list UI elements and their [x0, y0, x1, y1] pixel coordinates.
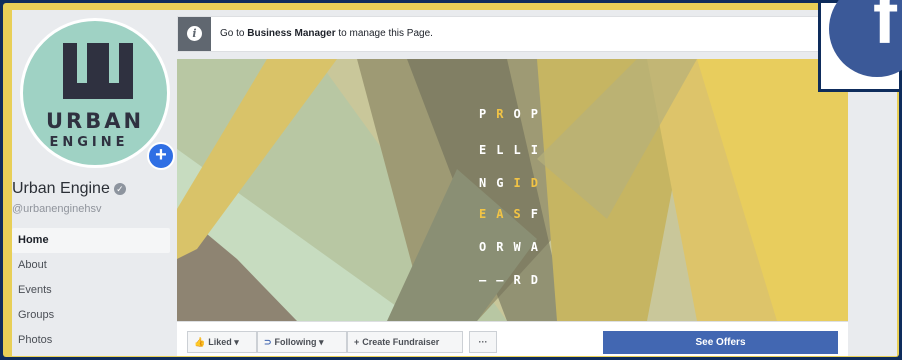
- nav-item-about[interactable]: About: [12, 253, 170, 278]
- cover-letter: L: [513, 143, 531, 157]
- cover-letter: P: [479, 107, 497, 121]
- cover-letter: W: [513, 240, 531, 254]
- create-fundraiser-button[interactable]: + Create Fundraiser: [347, 331, 463, 353]
- more-options-button[interactable]: ···: [469, 331, 497, 353]
- nav-item-groups[interactable]: Groups: [12, 303, 170, 328]
- cover-letter: A: [496, 207, 514, 221]
- cover-letter: I: [530, 143, 548, 157]
- cover-letter: O: [479, 240, 497, 254]
- cover-letter: I: [513, 176, 531, 190]
- cover-letter: R: [513, 273, 531, 287]
- page-nav: Home About Events Groups Photos: [12, 228, 170, 353]
- cover-letter: R: [496, 107, 514, 121]
- highlight-border: URBAN ENGINE + Urban Engine ✓ @urbanengin…: [3, 3, 899, 357]
- page-name-text: Urban Engine: [12, 180, 110, 197]
- cover-photo[interactable]: PROP ELLI NGID EASF ORWA ––RD: [177, 59, 848, 321]
- nav-item-home[interactable]: Home: [12, 228, 170, 253]
- facebook-badge: f: [818, 0, 902, 92]
- following-button[interactable]: ⊃ Following ▾: [257, 331, 347, 353]
- page-name[interactable]: Urban Engine ✓: [12, 180, 126, 198]
- liked-label: Liked ▾: [208, 337, 239, 347]
- info-icon: i: [187, 26, 202, 41]
- urban-engine-logo-icon: [63, 43, 133, 99]
- logo-wordmark-sub: ENGINE: [49, 135, 129, 150]
- cover-letter: E: [479, 207, 497, 221]
- fundraiser-label: Create Fundraiser: [362, 337, 440, 347]
- cover-letter: L: [496, 143, 514, 157]
- cover-text-line-4: EASF: [479, 207, 548, 221]
- cover-letter: D: [530, 273, 548, 287]
- cover-text-line-6: ––RD: [479, 273, 548, 287]
- notice-text: Go to Business Manager to manage this Pa…: [220, 28, 433, 39]
- cover-letter: –: [479, 273, 497, 287]
- cover-letter: S: [513, 207, 531, 221]
- business-manager-link[interactable]: Business Manager: [247, 28, 335, 39]
- cover-text-line-5: ORWA: [479, 240, 548, 254]
- verified-badge-icon: ✓: [113, 183, 126, 195]
- add-photo-plus-icon[interactable]: +: [147, 142, 175, 170]
- cover-letter: P: [530, 107, 548, 121]
- cover-letter: D: [530, 176, 548, 190]
- cover-text-line-3: NGID: [479, 176, 548, 190]
- cover-text-line-1: PROP: [479, 107, 548, 121]
- notice-icon-box: i: [178, 17, 211, 51]
- cover-letter: N: [479, 176, 497, 190]
- facebook-page: URBAN ENGINE + Urban Engine ✓ @urbanengin…: [12, 10, 897, 356]
- cover-text-line-2: ELLI: [479, 143, 548, 157]
- cover-letter: E: [479, 143, 497, 157]
- see-offers-button[interactable]: See Offers: [603, 331, 838, 354]
- cover-letter: G: [496, 176, 514, 190]
- following-label: Following ▾: [274, 337, 324, 347]
- nav-item-photos[interactable]: Photos: [12, 328, 170, 353]
- notice-suffix: to manage this Page.: [335, 28, 433, 39]
- profile-picture[interactable]: URBAN ENGINE +: [20, 18, 175, 170]
- logo-wordmark: URBAN: [45, 109, 145, 133]
- cover-letter: –: [496, 273, 514, 287]
- rss-icon: ⊃: [264, 337, 272, 347]
- thumbs-up-icon: 👍: [194, 337, 206, 347]
- facebook-f-glyph: f: [873, 0, 897, 59]
- notice-prefix: Go to: [220, 28, 248, 39]
- cover-letter: F: [530, 207, 548, 221]
- nav-item-events[interactable]: Events: [12, 278, 170, 303]
- liked-button[interactable]: 👍 Liked ▾: [187, 331, 257, 353]
- page-action-bar: 👍 Liked ▾ ⊃ Following ▾ + Create Fundraiser…: [177, 321, 848, 356]
- business-manager-notice: i Go to Business Manager to manage this …: [177, 16, 837, 52]
- plus-icon: +: [354, 337, 360, 347]
- cover-letter: R: [496, 240, 514, 254]
- cover-letter: A: [530, 240, 548, 254]
- cover-letter: O: [513, 107, 531, 121]
- facebook-logo-icon: f: [829, 0, 902, 77]
- screenshot-frame: URBAN ENGINE + Urban Engine ✓ @urbanengin…: [0, 0, 902, 360]
- page-handle: @urbanenginehsv: [12, 203, 102, 215]
